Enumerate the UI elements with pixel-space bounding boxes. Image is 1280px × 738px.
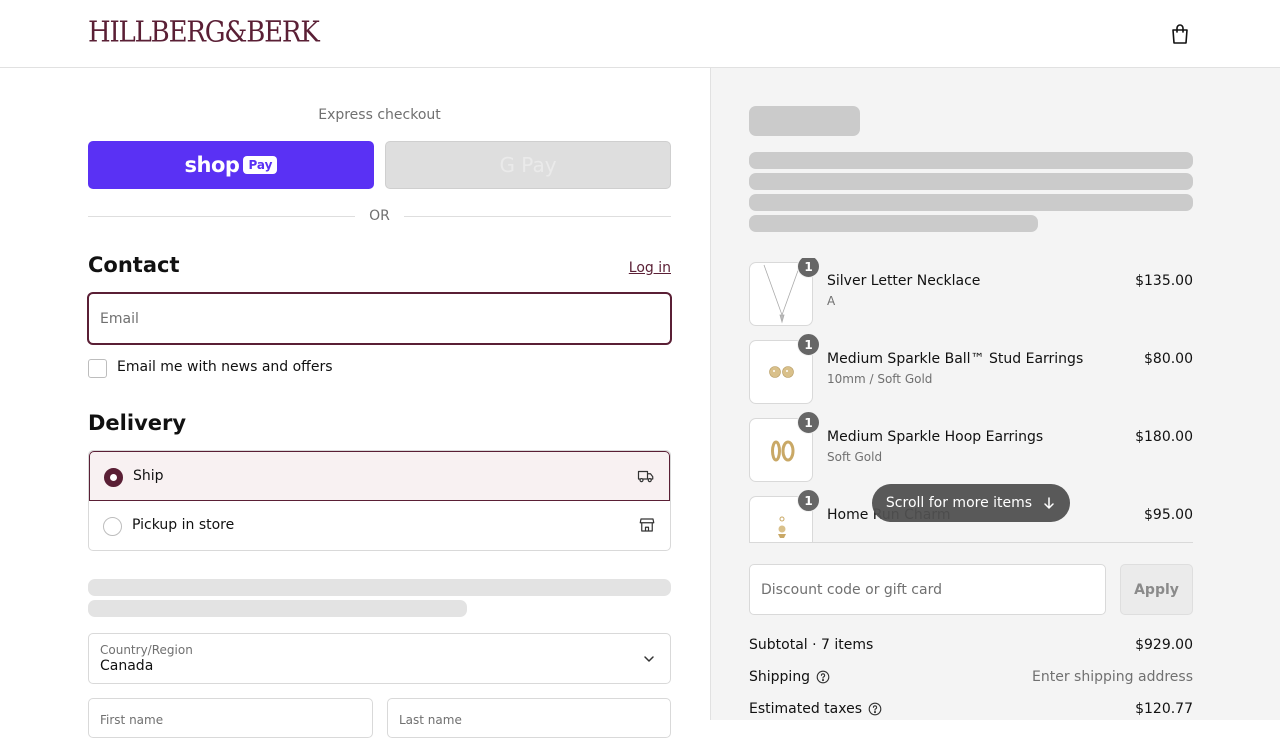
quantity-badge: 1 bbox=[797, 258, 820, 278]
last-name-field[interactable]: Last name bbox=[387, 698, 671, 738]
shopping-bag-icon[interactable] bbox=[1168, 22, 1192, 46]
scroll-more-button[interactable]: Scroll for more items bbox=[872, 484, 1070, 522]
quantity-badge: 1 bbox=[797, 489, 820, 512]
item-variant: 10mm / Soft Gold bbox=[827, 372, 933, 386]
country-value: Canada bbox=[100, 658, 154, 674]
login-link[interactable]: Log in bbox=[629, 260, 671, 276]
taxes-row: Estimated taxes $120.77 bbox=[749, 701, 1193, 721]
newsletter-label[interactable]: Email me with news and offers bbox=[117, 359, 333, 375]
last-name-label: Last name bbox=[399, 713, 462, 727]
newsletter-checkbox[interactable] bbox=[88, 359, 107, 378]
first-name-label: First name bbox=[100, 713, 164, 727]
arrow-down-icon bbox=[1044, 497, 1054, 509]
list-item: 1 Medium Sparkle Ball™ Stud Earrings 10m… bbox=[749, 333, 1193, 404]
item-name: Medium Sparkle Hoop Earrings bbox=[827, 429, 1044, 445]
list-item: 1 Medium Sparkle Hoop Earrings Soft Gold… bbox=[749, 411, 1193, 482]
item-name: Medium Sparkle Ball™ Stud Earrings bbox=[827, 351, 1084, 367]
email-field[interactable] bbox=[88, 293, 671, 344]
item-price: $180.00 bbox=[1135, 429, 1193, 445]
divider-right bbox=[404, 216, 671, 217]
item-variant: Soft Gold bbox=[827, 450, 883, 464]
first-name-field[interactable]: First name bbox=[88, 698, 373, 738]
country-label: Country/Region bbox=[100, 643, 193, 657]
chevron-down-icon bbox=[644, 656, 654, 662]
quantity-badge: 1 bbox=[797, 411, 820, 434]
loading-placeholder bbox=[88, 579, 671, 596]
shop-pay-badge: Pay bbox=[243, 156, 278, 174]
item-price: $95.00 bbox=[1144, 507, 1193, 523]
pickup-label: Pickup in store bbox=[132, 517, 235, 533]
list-item: 1 Silver Letter Necklace A $135.00 bbox=[749, 258, 1193, 326]
google-pay-button[interactable]: G Pay bbox=[385, 141, 671, 189]
loading-placeholder bbox=[749, 106, 860, 136]
shop-pay-button[interactable]: shop Pay bbox=[88, 141, 374, 189]
help-circle-icon[interactable] bbox=[868, 702, 882, 716]
shipping-value: Enter shipping address bbox=[1032, 669, 1193, 685]
loading-placeholder bbox=[749, 173, 1193, 190]
apply-discount-button[interactable]: Apply bbox=[1120, 564, 1193, 615]
loading-placeholder bbox=[88, 600, 467, 617]
item-price: $135.00 bbox=[1135, 273, 1193, 289]
checkout-form: Express checkout shop Pay G Pay OR Conta… bbox=[0, 68, 710, 738]
express-checkout-title: Express checkout bbox=[318, 107, 441, 123]
help-circle-icon[interactable] bbox=[816, 670, 830, 684]
loading-placeholder bbox=[749, 194, 1193, 211]
order-summary: 1 Silver Letter Necklace A $135.00 1 Med… bbox=[710, 68, 1280, 720]
item-variant: A bbox=[827, 294, 836, 308]
delivery-method-group: Ship Pickup in store bbox=[88, 450, 671, 551]
or-divider-text: OR bbox=[369, 208, 390, 224]
ship-radio[interactable] bbox=[104, 468, 123, 487]
subtotal-label: Subtotal · 7 items bbox=[749, 637, 874, 653]
discount-code-field[interactable] bbox=[749, 564, 1106, 615]
delivery-option-pickup[interactable]: Pickup in store bbox=[89, 501, 670, 550]
ship-label: Ship bbox=[133, 468, 164, 484]
quantity-badge: 1 bbox=[797, 333, 820, 356]
loading-placeholder bbox=[749, 215, 1038, 232]
shop-pay-word: shop bbox=[184, 153, 240, 177]
scroll-more-label: Scroll for more items bbox=[885, 495, 1033, 511]
store-logo[interactable]: HILLBERG&BERK bbox=[88, 16, 320, 49]
delivery-option-ship[interactable]: Ship bbox=[89, 451, 670, 501]
item-price: $80.00 bbox=[1144, 351, 1193, 367]
item-name: Silver Letter Necklace bbox=[827, 273, 981, 289]
pickup-radio[interactable] bbox=[103, 517, 122, 536]
country-select[interactable]: Country/Region Canada bbox=[88, 633, 671, 684]
google-pay-label: G Pay bbox=[499, 153, 557, 177]
shipping-row: Shipping Enter shipping address bbox=[749, 669, 1193, 689]
divider-left bbox=[88, 216, 355, 217]
taxes-label: Estimated taxes bbox=[749, 701, 863, 717]
store-icon bbox=[639, 518, 655, 532]
header: HILLBERG&BERK bbox=[0, 0, 1280, 68]
taxes-value: $120.77 bbox=[1135, 701, 1193, 717]
shipping-label: Shipping bbox=[749, 669, 811, 685]
loading-placeholder bbox=[749, 152, 1193, 169]
delivery-heading: Delivery bbox=[88, 411, 187, 435]
subtotal-row: Subtotal · 7 items $929.00 bbox=[749, 637, 1193, 657]
contact-heading: Contact bbox=[88, 253, 180, 277]
truck-icon bbox=[637, 470, 654, 483]
subtotal-value: $929.00 bbox=[1135, 637, 1193, 653]
